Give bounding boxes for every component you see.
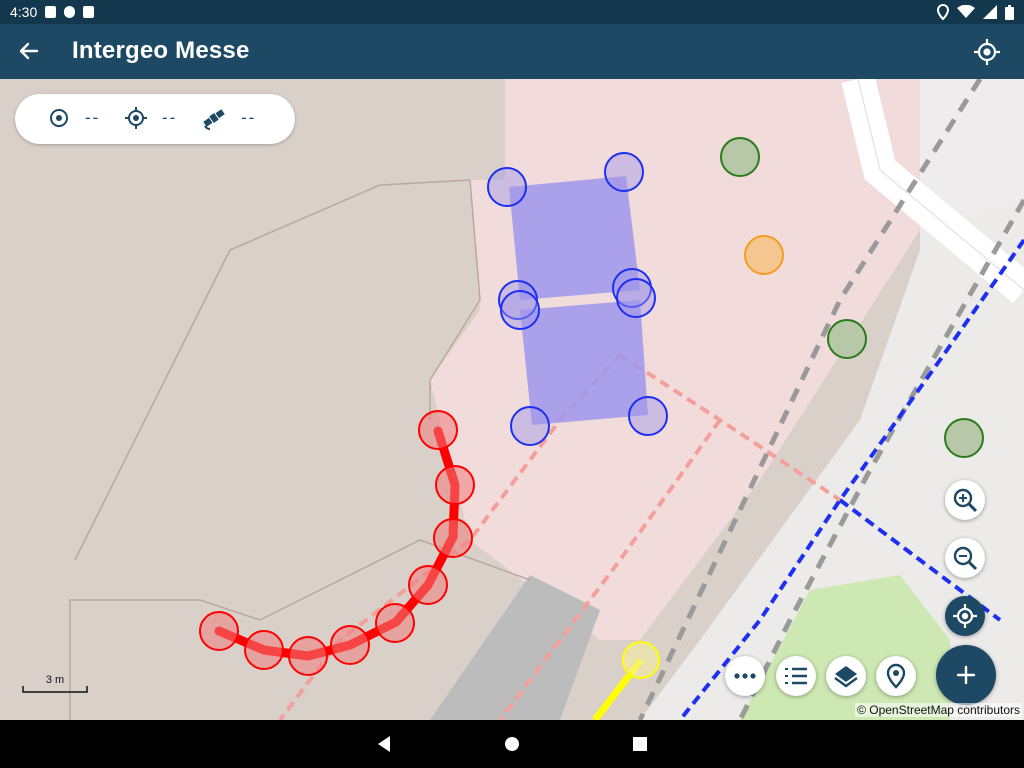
zoom-out-button[interactable]	[945, 538, 985, 578]
gps-target-icon	[953, 604, 977, 628]
position-info: --	[47, 106, 100, 130]
satellite-info: --	[201, 106, 256, 130]
back-arrow-icon[interactable]	[14, 36, 44, 66]
my-location-button[interactable]	[945, 596, 985, 636]
signal-icon	[983, 5, 997, 19]
battery-icon	[1005, 4, 1014, 20]
satellites-value: --	[241, 108, 257, 127]
map-attribution[interactable]: © OpenStreetMap contributors	[855, 703, 1022, 717]
app-bar: Intergeo Messe	[0, 24, 1024, 79]
list-icon	[785, 667, 807, 685]
gps-target-icon[interactable]	[972, 37, 1002, 67]
line-vertex[interactable]	[622, 641, 660, 679]
crosshair-icon	[125, 107, 147, 129]
gps-info-panel: -- -- --	[15, 94, 295, 144]
system-nav-bar	[0, 720, 1024, 768]
satellite-icon	[203, 109, 225, 130]
more-button[interactable]	[725, 656, 765, 696]
zoom-in-icon	[953, 488, 978, 513]
scale-line	[22, 686, 88, 693]
accuracy-info: --	[124, 106, 177, 130]
accuracy-value: --	[162, 108, 178, 127]
status-icons	[937, 4, 1014, 20]
nav-home-icon[interactable]	[500, 732, 524, 756]
feature-list-button[interactable]	[776, 656, 816, 696]
zoom-out-icon	[953, 546, 978, 571]
status-time: 4:30	[10, 4, 38, 20]
layers-button[interactable]	[826, 656, 866, 696]
marker-icon	[886, 663, 906, 689]
more-icon	[734, 673, 756, 679]
add-feature-button[interactable]	[936, 645, 996, 705]
notification-p-icon	[64, 6, 76, 18]
position-icon	[50, 109, 68, 127]
zoom-in-button[interactable]	[945, 480, 985, 520]
notification-a-icon	[45, 6, 57, 18]
nav-recents-icon[interactable]	[628, 732, 652, 756]
point-feature-green[interactable]	[720, 137, 760, 177]
polygon-feature[interactable]	[520, 300, 648, 425]
page-title: Intergeo Messe	[72, 37, 250, 64]
map-canvas[interactable]	[0, 79, 1024, 720]
point-feature-orange[interactable]	[744, 235, 784, 275]
status-bar: 4:30	[0, 0, 1024, 24]
position-value: --	[85, 108, 101, 127]
layers-icon	[834, 666, 858, 688]
scale-bar: 3 m	[22, 674, 88, 694]
point-feature-green[interactable]	[944, 418, 984, 458]
map-view[interactable]	[0, 79, 1024, 720]
plus-icon	[956, 665, 976, 685]
point-feature-green[interactable]	[827, 319, 867, 359]
add-marker-button[interactable]	[876, 656, 916, 696]
wifi-icon	[957, 5, 975, 18]
nav-back-icon[interactable]	[372, 732, 396, 756]
location-status-icon	[937, 4, 949, 20]
sd-card-icon	[83, 6, 95, 18]
